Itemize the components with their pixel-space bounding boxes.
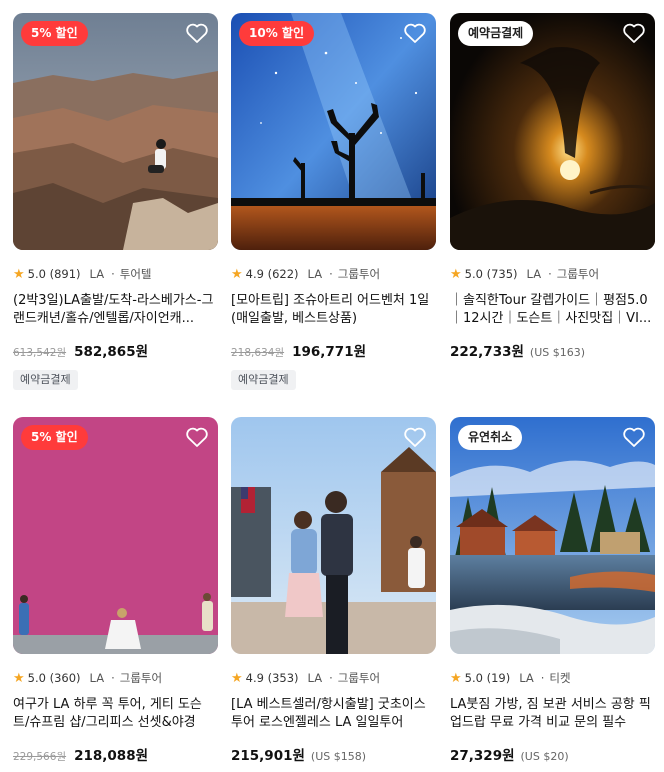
price-row: 613,542원 582,865원 [13,340,218,360]
category: 티켓 [549,671,571,685]
heart-icon[interactable] [622,426,646,448]
product-card[interactable]: 예약금결제 ★ 5.0 (735) LA · 그룹투어 ｜솔직한Tour 갈렙가… [450,13,655,360]
price-row: 229,566원 218,088원 [13,744,218,764]
city: LA [307,671,323,685]
product-meta: ★ 5.0 (891) LA · 투어텔 [13,266,218,282]
heart-icon[interactable] [622,22,646,44]
deposit-tag: 예약금결제 [231,370,296,390]
sale-price: 222,733원 [450,344,524,360]
discount-badge: 5% 할인 [21,425,88,450]
product-title[interactable]: [LA 베스트셀러/항시출발] 굿초이스 투어 로스엔젤레스 LA 일일투어 [231,696,436,732]
dot-separator: · [329,267,333,281]
rating: 5.0 (891) [27,267,81,281]
original-price: 229,566원 [13,751,67,763]
product-card[interactable]: 5% 할인 ★ 5.0 (891) LA · 투어텔 (2박3일)LA출발/도착… [13,13,218,390]
product-meta: ★ 5.0 (360) LA · 그룹투어 [13,670,218,686]
category: 그룹투어 [119,671,163,685]
original-price: 613,542원 [13,347,67,359]
dot-separator: · [540,671,545,685]
rating: 4.9 (353) [245,671,299,685]
city: LA [89,267,105,281]
discount-badge: 10% 할인 [239,21,314,46]
product-image-pink-wall[interactable]: 5% 할인 [13,417,218,654]
star-icon: ★ [13,670,25,686]
city: LA [526,267,542,281]
discount-badge: 5% 할인 [21,21,88,46]
heart-icon[interactable] [185,426,209,448]
rating: 4.9 (622) [245,267,299,281]
category: 투어텔 [119,267,152,281]
deposit-badge: 예약금결제 [458,21,534,46]
product-card[interactable]: 5% 할인 ★ 5.0 (360) LA · 그룹투어 여구가 LA 하루 꼭 … [13,417,218,764]
product-image-sunset-hand[interactable]: 예약금결제 [450,13,655,250]
city: LA [307,267,323,281]
product-title[interactable]: ｜솔직한Tour 갈렙가이드｜평점5.0｜12시간｜도슨트｜사진맛집｜VI... [450,292,655,328]
product-image-joshua-tree[interactable]: 10% 할인 [231,13,436,250]
sale-price: 218,088원 [74,748,149,764]
star-icon: ★ [450,266,462,282]
usd-price: (US $163) [529,346,586,359]
heart-icon[interactable] [403,426,427,448]
star-icon: ★ [231,266,243,282]
product-card[interactable]: ★ 4.9 (353) LA · 그룹투어 [LA 베스트셀러/항시출발] 굿초… [231,417,436,764]
product-card[interactable]: 10% 할인 ★ 4.9 (622) LA · 그룹투어 [모아트립] 조슈아트… [231,13,436,390]
product-grid: 5% 할인 ★ 5.0 (891) LA · 투어텔 (2박3일)LA출발/도착… [0,0,664,772]
flexible-cancel-badge: 유연취소 [458,425,523,450]
usd-price: (US $158) [310,750,367,763]
price-row: 222,733원 (US $163) [450,340,655,360]
dot-separator: · [111,671,115,685]
city: LA [89,671,105,685]
rating: 5.0 (19) [464,671,511,685]
city: LA [519,671,534,685]
product-image-grand-canyon[interactable]: 5% 할인 [13,13,218,250]
category: 그룹투어 [556,267,600,281]
price-row: 27,329원 (US $20) [450,744,655,764]
category: 그룹투어 [337,671,381,685]
price-row: 215,901원 (US $158) [231,744,436,764]
product-meta: ★ 4.9 (622) LA · 그룹투어 [231,266,436,282]
sale-price: 27,329원 [450,748,515,764]
product-meta: ★ 5.0 (735) LA · 그룹투어 [450,266,655,282]
dot-separator: · [548,267,552,281]
deposit-tag: 예약금결제 [13,370,78,390]
product-image-couple-street[interactable] [231,417,436,654]
sale-price: 196,771원 [292,344,367,360]
usd-price: (US $20) [520,750,569,763]
product-card[interactable]: 유연취소 ★ 5.0 (19) LA · 티켓 LA붓짐 가방, 짐 보관 서비… [450,417,655,764]
star-icon: ★ [13,266,25,282]
product-image-lake-cabins[interactable]: 유연취소 [450,417,655,654]
product-title[interactable]: 여구가 LA 하루 꼭 투어, 게티 도슨트/슈프림 샵/그리피스 선셋&야경 [13,696,218,732]
heart-icon[interactable] [403,22,427,44]
product-title[interactable]: [모아트립] 조슈아트리 어드벤처 1일 (매일출발, 베스트상품) [231,292,436,328]
rating: 5.0 (735) [464,267,518,281]
star-icon: ★ [450,670,462,686]
price-row: 218,634원 196,771원 [231,340,436,360]
product-title[interactable]: (2박3일)LA출발/도착-라스베가스-그랜드캐년/홀슈/엔텔롭/자이언캐... [13,292,218,328]
dot-separator: · [329,671,333,685]
product-title[interactable]: LA붓짐 가방, 짐 보관 서비스 공항 픽업드랍 무료 가격 비교 문의 필수 [450,696,655,732]
product-meta: ★ 4.9 (353) LA · 그룹투어 [231,670,436,686]
heart-icon[interactable] [185,22,209,44]
dot-separator: · [111,267,115,281]
sale-price: 215,901원 [231,748,305,764]
original-price: 218,634원 [231,347,285,359]
product-meta: ★ 5.0 (19) LA · 티켓 [450,670,655,686]
rating: 5.0 (360) [27,671,81,685]
sale-price: 582,865원 [74,344,149,360]
star-icon: ★ [231,670,243,686]
category: 그룹투어 [337,267,381,281]
